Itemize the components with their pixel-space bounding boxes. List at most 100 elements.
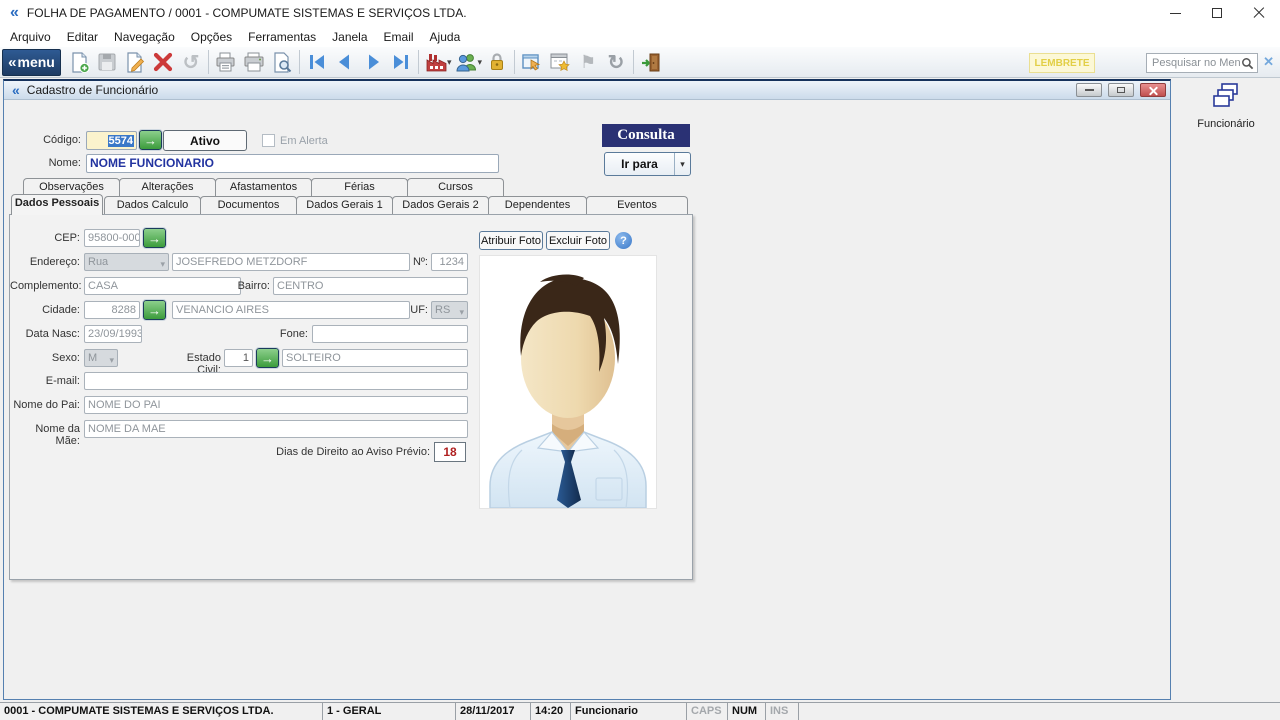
menu-search-input[interactable]: Pesquisar no Menu [1146, 53, 1258, 73]
search-record-button[interactable] [268, 49, 296, 75]
cep-lookup-button[interactable]: → [143, 228, 166, 248]
print-button[interactable] [240, 49, 268, 75]
nav-last-button[interactable] [387, 49, 415, 75]
window-title: FOLHA DE PAGAMENTO / 0001 - COMPUMATE SI… [27, 6, 467, 20]
delete-record-button[interactable] [149, 49, 177, 75]
nav-first-button[interactable] [303, 49, 331, 75]
inner-close-button[interactable] [1140, 83, 1166, 97]
nome-label: Nome: [4, 157, 81, 169]
users-button[interactable] [453, 49, 481, 75]
nome-mae-input[interactable]: NOME DA MAE [84, 420, 468, 438]
users-dropdown-caret[interactable]: ▾ [478, 57, 483, 68]
print-preview-button[interactable] [212, 49, 240, 75]
menu-email[interactable]: Email [376, 28, 422, 46]
calendar-favorite-button[interactable] [546, 49, 574, 75]
shortcut-funcionario[interactable]: Funcionário [1172, 82, 1280, 130]
window-maximize-button[interactable] [1196, 0, 1238, 26]
fone-input[interactable] [312, 325, 468, 343]
arrow-right-icon: → [148, 232, 161, 245]
tab-dados-pessoais[interactable]: Dados Pessoais [11, 194, 103, 215]
tab-dados-gerais-1[interactable]: Dados Gerais 1 [296, 196, 393, 214]
lock-button[interactable] [483, 49, 511, 75]
lembrete-button[interactable]: LEMBRETE [1029, 53, 1095, 73]
company-dropdown-caret[interactable]: ▾ [447, 57, 452, 68]
cidade-lookup-button[interactable]: → [143, 300, 166, 320]
email-label: E-mail: [10, 375, 80, 387]
window-minimize-button[interactable] [1154, 0, 1196, 26]
tab-alteracoes[interactable]: Alterações [119, 178, 216, 196]
tab-dados-gerais-2[interactable]: Dados Gerais 2 [392, 196, 489, 214]
tab-eventos[interactable]: Eventos [586, 196, 688, 214]
help-icon[interactable]: ? [615, 232, 632, 249]
excluir-foto-button[interactable]: Excluir Foto [546, 231, 610, 250]
edit-record-button[interactable] [121, 49, 149, 75]
em-alerta-label: Em Alerta [280, 135, 340, 147]
sexo-select[interactable]: M [84, 349, 118, 367]
flag-button[interactable] [574, 49, 602, 75]
menubar: Arquivo Editar Navegação Opções Ferramen… [0, 26, 1280, 47]
numero-input[interactable]: 1234 [431, 253, 468, 271]
nav-next-button[interactable] [359, 49, 387, 75]
cep-input[interactable]: 95800-000 [84, 229, 140, 247]
ir-para-button[interactable]: Ir para ▾ [604, 152, 691, 176]
endereco-tipo-select[interactable]: Rua [84, 253, 169, 271]
window-close-button[interactable] [1238, 0, 1280, 26]
cidade-input[interactable]: VENANCIO AIRES [172, 301, 410, 319]
tab-documentos[interactable]: Documentos [200, 196, 297, 214]
menu-ferramentas[interactable]: Ferramentas [240, 28, 324, 46]
menu-opcoes[interactable]: Opções [183, 28, 240, 46]
menu-editar[interactable]: Editar [59, 28, 106, 46]
tab-dados-calculo[interactable]: Dados Calculo [104, 196, 201, 214]
exit-button[interactable] [637, 49, 665, 75]
tab-dependentes[interactable]: Dependentes [488, 196, 587, 214]
uf-select[interactable]: RS [431, 301, 468, 319]
em-alerta-checkbox[interactable] [262, 134, 275, 147]
nome-input[interactable]: NOME FUNCIONARIO [86, 154, 499, 173]
status-branch: 1 - GERAL [323, 703, 456, 720]
clear-search-icon[interactable]: ✕ [1263, 55, 1274, 68]
refresh-button[interactable] [602, 49, 630, 75]
menu-ajuda[interactable]: Ajuda [422, 28, 469, 46]
inner-maximize-button[interactable] [1108, 83, 1134, 97]
flag-icon [580, 52, 596, 73]
window-titlebar: « FOLHA DE PAGAMENTO / 0001 - COMPUMATE … [0, 0, 1280, 26]
estado-civil-codigo-input[interactable]: 1 [224, 349, 253, 367]
codigo-input[interactable]: 5574 [86, 131, 137, 150]
nome-pai-input[interactable]: NOME DO PAI [84, 396, 468, 414]
status-ativo-button[interactable]: Ativo [163, 130, 247, 151]
save-button[interactable] [93, 49, 121, 75]
nav-previous-button[interactable] [331, 49, 359, 75]
menu-toggle-button[interactable]: « menu [2, 49, 61, 76]
cadastro-funcionario-window: « Cadastro de Funcionário Código: 5574 →… [3, 79, 1171, 700]
chevron-down-icon[interactable]: ▾ [674, 153, 690, 175]
inner-window-titlebar[interactable]: « Cadastro de Funcionário [4, 81, 1170, 100]
endereco-input[interactable]: JOSEFREDO METZDORF [172, 253, 410, 271]
menu-janela[interactable]: Janela [324, 28, 375, 46]
estado-civil-lookup-button[interactable]: → [256, 348, 279, 368]
inner-minimize-button[interactable] [1076, 83, 1102, 97]
avatar-image [480, 256, 656, 508]
tab-afastamentos[interactable]: Afastamentos [215, 178, 312, 196]
menu-arquivo[interactable]: Arquivo [2, 28, 59, 46]
undo-button[interactable] [177, 49, 205, 75]
complemento-input[interactable]: CASA [84, 277, 241, 295]
email-input[interactable] [84, 372, 468, 390]
new-record-button[interactable] [65, 49, 93, 75]
bairro-input[interactable]: CENTRO [273, 277, 468, 295]
window-edit-button[interactable] [518, 49, 546, 75]
ir-para-label: Ir para [605, 153, 674, 175]
toolbar-separator [418, 50, 419, 74]
company-button[interactable] [422, 49, 450, 75]
atribuir-foto-button[interactable]: Atribuir Foto [479, 231, 543, 250]
tab-cursos[interactable]: Cursos [407, 178, 504, 196]
close-icon [1253, 7, 1265, 19]
menu-navegacao[interactable]: Navegação [106, 28, 183, 46]
estado-civil-input[interactable]: SOLTEIRO [282, 349, 468, 367]
cidade-codigo-input[interactable]: 8288 [84, 301, 140, 319]
data-nasc-input[interactable]: 23/09/1993 [84, 325, 142, 343]
aviso-previo-input[interactable]: 18 [434, 442, 466, 462]
codigo-lookup-button[interactable]: → [139, 130, 162, 150]
dados-pessoais-panel: CEP: 95800-000 → Endereço: Rua JOSEFREDO… [9, 214, 693, 580]
tab-ferias[interactable]: Férias [311, 178, 408, 196]
delete-icon [152, 51, 174, 73]
